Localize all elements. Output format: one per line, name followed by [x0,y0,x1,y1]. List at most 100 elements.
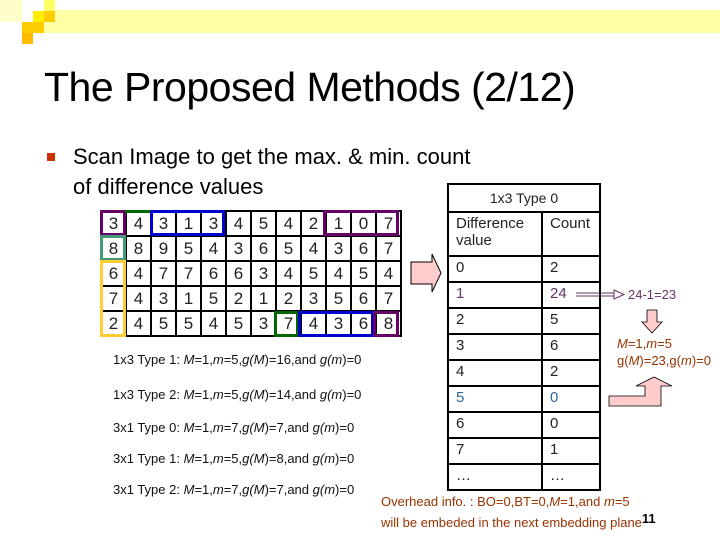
histogram-row: 50 [447,385,601,413]
header-difference-value: Difference value [447,211,543,257]
type-line-part: )=0 [335,451,355,466]
type-line-part: M [253,420,265,435]
note-text-part: M [549,494,561,509]
grid-cell: 7 [100,285,127,312]
grid-cell: 6 [350,235,377,262]
grid-cell: 1 [175,210,202,237]
grid-cell: 7 [150,260,177,287]
type-line-part: g( [242,387,254,402]
grid-cell: 5 [175,310,202,337]
note-text-part: =1, [627,336,647,351]
type-line-part: =1, [194,352,213,367]
grid-cell: 5 [300,260,327,287]
grid-cell: 2 [225,285,252,312]
grid-cell: 3 [200,210,227,237]
grid-row: 647766345454 [100,260,402,287]
count-cell: … [541,463,601,491]
difference-value-cell: 0 [447,255,543,283]
type-line-part: =1, [194,451,213,466]
histogram-row: 25 [447,307,601,335]
type-line-part: )=8,and [264,451,313,466]
grid-cell: 4 [125,210,152,237]
calc-note: 24-1=23 [628,287,677,302]
type-line-part: m [324,420,336,435]
grid-row: 743152123567 [100,285,402,312]
grid-cell: 5 [275,235,302,262]
grid-cell: 2 [300,210,327,237]
type-line-part: )=0 [335,420,355,435]
note-text-part: m [680,353,692,368]
grid-cell: 4 [200,235,227,262]
type-line-part: )=0 [335,482,355,497]
grid-cell: 5 [175,235,202,262]
note-text-part: m [646,336,658,351]
note-text-part: M [628,353,640,368]
difference-value-cell: … [447,463,543,491]
histogram-title: 1x3 Type 0 [447,183,601,213]
header-count: Count [541,211,601,257]
overhead-line1: Overhead info. : BO=0,BT=0,M=1,and m=5 [381,493,656,510]
grid-cell: 3 [325,310,352,337]
slide-title: The Proposed Methods (2/12) [44,64,576,110]
type-line-part: =7, [223,482,243,497]
result-note-line2: g(M)=23,g(m)=0 [617,352,711,369]
down-arrow-icon [641,309,663,334]
grid-cell: 1 [175,285,202,312]
histogram-row: …… [447,463,601,491]
grid-cell: 4 [325,260,352,287]
right-arrow-icon [410,253,442,293]
histogram-row: 02 [447,255,601,283]
corner-square [0,0,22,22]
difference-value-cell: 3 [447,333,543,361]
grid-cell: 4 [275,210,302,237]
grid-cell: 3 [100,210,127,237]
histogram-table: 1x3 Type 0 Difference value Count 0 2 1 24 2… [447,183,601,491]
type-line-part: 3x1 Type 1: [113,451,184,466]
type-line-part: g( [312,420,325,435]
type-line-part: m [212,387,224,402]
count-cell: 0 [541,411,601,439]
type-line-part: m [212,420,224,435]
type-line-part: )=7,and [264,482,313,497]
difference-value-cell: 6 [447,411,543,439]
corner-square [22,33,33,44]
grid-cell: 4 [125,285,152,312]
type-line-part: M [183,451,195,466]
difference-value-cell: 1 [447,281,543,309]
grid-cell: 3 [325,235,352,262]
grid-cell: 6 [200,260,227,287]
pointer-arrow-icon [576,289,626,300]
grid-cell: 4 [125,310,152,337]
note-text-part: =5 [657,336,672,351]
overhead-line2-text: will be embeded in the next embedding pl… [381,515,642,530]
grid-cell: 8 [100,235,127,262]
overhead-info: Overhead info. : BO=0,BT=0,M=1,and m=5 w… [381,493,656,531]
type-line-part: m [324,482,336,497]
type-line-part: g( [242,352,254,367]
type-line-part: =5, [223,451,243,466]
grid-cell: 2 [100,310,127,337]
note-text-part: m [603,494,615,509]
type-line-part: g( [242,451,254,466]
grid-cell: 4 [375,260,402,287]
grid-row: 245545374368 [100,310,402,337]
grid-cell: 4 [200,310,227,337]
grid-cell: 4 [300,310,327,337]
note-text-part: =1,and [560,494,604,509]
type-line-part: M [253,387,265,402]
grid-cell: 9 [150,235,177,262]
grid-cell: 5 [200,285,227,312]
grid-cell: 3 [250,260,277,287]
type-line-part: )=14,and [264,387,320,402]
type-line-part: g( [242,420,254,435]
grid-cell: 5 [225,310,252,337]
grid-cell: 4 [125,260,152,287]
type-line-part: =1, [194,387,213,402]
grid-cell: 6 [100,260,127,287]
type-line-part: 1x3 Type 1: [113,352,184,367]
grid-cell: 0 [350,210,377,237]
type-line-part: =5, [223,387,243,402]
grid-cell: 3 [300,285,327,312]
result-note: M=1,m=5 g(M)=23,g(m)=0 [617,335,711,369]
grid-cell: 5 [150,310,177,337]
